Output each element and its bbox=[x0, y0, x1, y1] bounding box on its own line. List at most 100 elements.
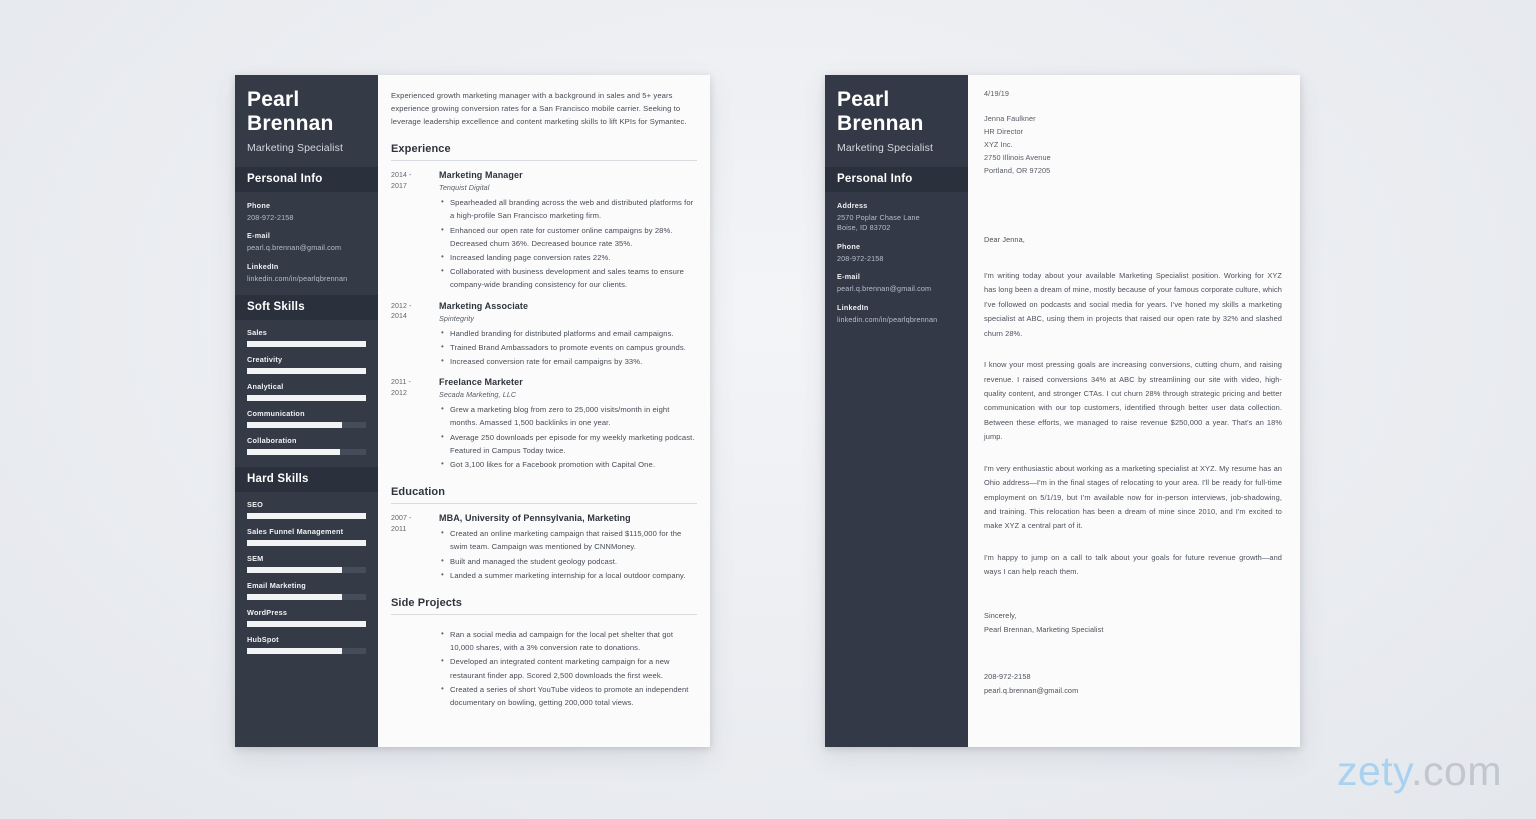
skill-name: Email Marketing bbox=[247, 581, 306, 591]
resume-contact-label-e-mail: E-mail bbox=[247, 231, 271, 241]
entry-dates: 2014 -2017 bbox=[391, 172, 412, 190]
entry-dates: 2012 -2014 bbox=[391, 302, 412, 321]
cover-letter-role: Marketing Specialist bbox=[837, 142, 933, 155]
bullet-item: Created an online marketing campaign tha… bbox=[439, 526, 697, 553]
skill-name: WordPress bbox=[247, 608, 288, 618]
bullet-item: Enhanced our open rate for customer onli… bbox=[439, 223, 697, 250]
experience-heading: Experience bbox=[391, 143, 697, 162]
cover-letter-contact-value-e-mail: pearl.q.brennan@gmail.com bbox=[837, 284, 932, 294]
skill-bar-track bbox=[247, 341, 366, 348]
side-projects-entry: Ran a social media ad campaign for the l… bbox=[391, 624, 697, 709]
skill-name: Communication bbox=[247, 409, 305, 419]
entry-body: Marketing Associate Spintegrity Handled br… bbox=[439, 301, 697, 369]
skill-bar-fill bbox=[247, 567, 343, 574]
side-projects-spacer bbox=[391, 624, 439, 709]
skill-bar-track bbox=[247, 422, 366, 429]
resume-document[interactable]: Pearl Brennan Marketing Specialist Perso… bbox=[235, 75, 710, 747]
skill-bar-track bbox=[247, 648, 366, 655]
cover-letter-paragraphs: I'm writing today about your available M… bbox=[984, 269, 1282, 580]
cover-letter-contact-label-phone: Phone bbox=[837, 241, 861, 251]
skill-bar-track bbox=[247, 368, 366, 375]
entry-bullets: Created an online marketing campaign tha… bbox=[439, 526, 697, 582]
resume-contact-list: Phone 208-972-2158 E-mail pearl.q.brennan@g… bbox=[235, 192, 378, 286]
cover-letter-paragraph: I'm very enthusiastic about working as a… bbox=[984, 463, 1282, 531]
recipient-line: Portland, OR 97205 bbox=[984, 165, 1051, 175]
cover-letter-body: 4/19/19 Jenna Faulkner HR Director XYZ Inc… bbox=[968, 75, 1300, 747]
skill-name: SEM bbox=[247, 554, 264, 564]
skill-item: Creativity bbox=[247, 355, 366, 375]
bullet-item: Grew a marketing blog from zero to 25,00… bbox=[439, 402, 697, 429]
skill-bar-track bbox=[247, 594, 366, 601]
side-projects-heading: Side Projects bbox=[391, 597, 697, 615]
skill-item: Communication bbox=[247, 409, 366, 429]
resume-soft-skills-heading: Soft Skills bbox=[235, 295, 378, 321]
cover-letter-document[interactable]: Pearl Brennan Marketing Specialist Perso… bbox=[825, 75, 1300, 747]
skill-bar-track bbox=[247, 449, 366, 456]
skill-bar-fill bbox=[247, 449, 340, 456]
entry-row: 2007 -2011 MBA, University of Pennsylvani… bbox=[391, 513, 697, 582]
skill-name: SEO bbox=[247, 500, 264, 510]
skill-item: WordPress bbox=[247, 608, 366, 628]
education-entries: 2007 -2011 MBA, University of Pennsylvani… bbox=[391, 513, 697, 582]
skill-bar-fill bbox=[247, 621, 366, 628]
cover-letter-footer-contact: 208-972-2158 pearl.q.brennan@gmail.com bbox=[984, 670, 1282, 698]
cover-letter-closing: Sincerely, bbox=[984, 610, 1017, 620]
resume-name-first: Pearl bbox=[247, 88, 300, 111]
skill-bar-fill bbox=[247, 395, 366, 402]
cover-letter-contact-value-linkedin: linkedin.com/in/pearlqbrennan bbox=[837, 314, 938, 324]
skill-name: Collaboration bbox=[247, 436, 297, 446]
bullet-item: Collaborated with business development a… bbox=[439, 264, 697, 291]
zety-brand-text: zety bbox=[1336, 748, 1412, 794]
cover-letter-paragraph: I'm writing today about your available M… bbox=[984, 270, 1282, 338]
cover-letter-paragraph: I know your most pressing goals are incr… bbox=[984, 360, 1282, 442]
experience-entries: 2014 -2017 Marketing Manager Tenquist Digi… bbox=[391, 170, 697, 471]
entry-row: 2014 -2017 Marketing Manager Tenquist Digi… bbox=[391, 170, 697, 291]
bullet-item: Created a series of short YouTube videos… bbox=[439, 682, 697, 709]
entry-bullets: Spearheaded all branding across the web … bbox=[439, 195, 697, 291]
skill-bar-fill bbox=[247, 368, 366, 375]
side-projects-body: Ran a social media ad campaign for the l… bbox=[439, 624, 697, 709]
resume-role: Marketing Specialist bbox=[247, 142, 343, 155]
zety-tld-text: .com bbox=[1411, 748, 1502, 794]
cover-letter-greeting: Dear Jenna, bbox=[984, 234, 1025, 244]
skill-bar-fill bbox=[247, 540, 366, 547]
bullet-item: Spearheaded all branding across the web … bbox=[439, 195, 697, 222]
skill-bar-fill bbox=[247, 341, 366, 348]
bullet-item: Got 3,100 likes for a Facebook promotion… bbox=[439, 457, 697, 471]
resume-name: Pearl Brennan bbox=[247, 75, 366, 135]
resume-name-last: Brennan bbox=[247, 111, 334, 135]
cover-letter-name-last: Brennan bbox=[837, 111, 924, 135]
cover-letter-name-first: Pearl bbox=[837, 88, 890, 111]
footer-contact-line: pearl.q.brennan@gmail.com bbox=[984, 686, 1079, 696]
skill-item: SEO bbox=[247, 500, 366, 520]
bullet-item: Increased landing page conversion rates … bbox=[439, 250, 697, 264]
resume-contact-value-phone: 208-972-2158 bbox=[247, 213, 294, 223]
recipient-line: XYZ Inc. bbox=[984, 139, 1013, 149]
skill-bar-track bbox=[247, 513, 366, 520]
recipient-line: Jenna Faulkner bbox=[984, 114, 1036, 123]
cover-letter-recipient-address: Jenna Faulkner HR Director XYZ Inc. 2750 Il… bbox=[984, 113, 1282, 178]
side-projects-bullets: Ran a social media ad campaign for the l… bbox=[439, 627, 697, 709]
side-projects-section: Side Projects Ran a social media ad camp… bbox=[391, 597, 697, 709]
soft-skills-list: Sales Creativity Analytical Communication Co… bbox=[235, 320, 378, 467]
skill-name: Sales bbox=[247, 328, 268, 338]
cover-letter-paragraph: I'm happy to jump on a call to talk abou… bbox=[984, 552, 1282, 577]
skill-name: Creativity bbox=[247, 355, 283, 365]
skill-bar-fill bbox=[247, 594, 343, 601]
entry-dates: 2011 -2012 bbox=[391, 379, 411, 398]
cover-letter-sidebar: Pearl Brennan Marketing Specialist Perso… bbox=[825, 75, 968, 747]
education-section: Education 2007 -2011 MBA, University of P… bbox=[391, 486, 697, 582]
skill-item: HubSpot bbox=[247, 635, 366, 655]
zety-logo: zety.com bbox=[1337, 748, 1502, 795]
resume-summary: Experienced growth marketing manager wit… bbox=[391, 91, 687, 127]
entry-bullets: Handled branding for distributed platfor… bbox=[439, 326, 697, 369]
entry-organization: Secada Marketing, LLC bbox=[439, 390, 517, 400]
entry-body: MBA, University of Pennsylvania, Marketi… bbox=[439, 513, 697, 582]
cover-letter-personal-info-heading: Personal Info bbox=[825, 167, 968, 193]
cover-letter-contact-label-e-mail: E-mail bbox=[837, 272, 861, 282]
entry-organization: Spintegrity bbox=[439, 313, 475, 323]
entry-title: MBA, University of Pennsylvania, Marketi… bbox=[439, 513, 631, 524]
cover-letter-date: 4/19/19 bbox=[984, 89, 1010, 98]
hard-skills-list: SEO Sales Funnel Management SEM Email Marke… bbox=[235, 492, 378, 666]
resume-personal-info-heading: Personal Info bbox=[235, 167, 378, 193]
